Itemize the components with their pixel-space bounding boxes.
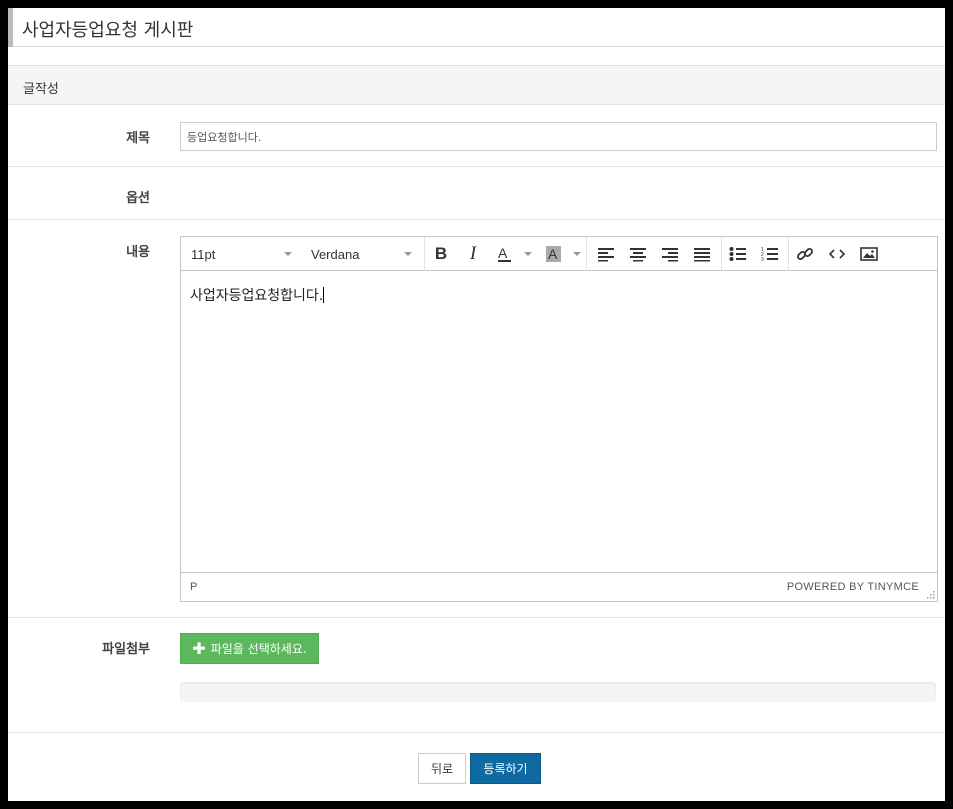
bullet-list-icon[interactable] bbox=[725, 242, 751, 266]
divider bbox=[8, 617, 945, 618]
rich-text-editor: 11pt Verdana B I A A 1 2 3 사업자등업요청합니다. P… bbox=[180, 236, 938, 602]
align-right-icon[interactable] bbox=[657, 242, 683, 266]
link-icon[interactable] bbox=[792, 242, 818, 266]
resize-handle-icon[interactable] bbox=[926, 590, 935, 599]
svg-text:A: A bbox=[498, 245, 508, 261]
svg-text:3: 3 bbox=[761, 257, 764, 262]
editor-content-area[interactable]: 사업자등업요청합니다. bbox=[181, 272, 937, 571]
option-label: 옵션 bbox=[126, 191, 150, 206]
chevron-down-icon bbox=[404, 252, 412, 256]
powered-by-link[interactable]: POWERED BY TINYMCE bbox=[787, 581, 919, 593]
chevron-down-icon bbox=[284, 252, 292, 256]
select-file-label: 파일을 선택하세요. bbox=[210, 642, 307, 656]
section-header: 글작성 bbox=[8, 65, 945, 105]
text-color-icon[interactable]: A bbox=[492, 242, 518, 266]
upload-progress-bar bbox=[180, 682, 936, 702]
align-left-icon[interactable] bbox=[593, 242, 619, 266]
align-justify-icon[interactable] bbox=[689, 242, 715, 266]
subject-label: 제목 bbox=[126, 131, 150, 146]
page-header: 사업자등업요청 게시판 bbox=[8, 8, 945, 47]
toolbar-separator bbox=[586, 237, 587, 271]
divider bbox=[8, 219, 945, 220]
element-path[interactable]: P bbox=[190, 581, 197, 593]
header-accent-bar bbox=[8, 8, 13, 47]
submit-button[interactable]: 등록하기 bbox=[470, 753, 541, 784]
plus-icon: ✚ bbox=[192, 638, 206, 658]
text-cursor bbox=[323, 287, 325, 303]
subject-input[interactable] bbox=[180, 122, 937, 151]
align-center-icon[interactable] bbox=[625, 242, 651, 266]
divider bbox=[8, 166, 945, 167]
section-title: 글작성 bbox=[23, 82, 59, 97]
back-button[interactable]: 뒤로 bbox=[418, 753, 466, 784]
chevron-down-icon[interactable] bbox=[524, 252, 532, 256]
divider bbox=[8, 732, 945, 733]
bold-icon[interactable]: B bbox=[428, 242, 454, 266]
numbered-list-icon[interactable]: 123 bbox=[757, 242, 783, 266]
toolbar-separator bbox=[788, 237, 789, 271]
chevron-down-icon[interactable] bbox=[573, 252, 581, 256]
font-family-value: Verdana bbox=[311, 247, 360, 262]
editor-toolbar: 11pt Verdana B I A A 1 2 3 bbox=[181, 237, 937, 271]
editor-content-text: 사업자등업요청합니다. bbox=[190, 288, 324, 304]
font-size-value: 11pt bbox=[191, 247, 216, 262]
svg-text:A: A bbox=[548, 246, 558, 262]
editor-statusbar: P POWERED BY TINYMCE bbox=[181, 572, 937, 601]
image-icon[interactable] bbox=[856, 242, 882, 266]
background-color-icon[interactable]: A bbox=[541, 242, 567, 266]
toolbar-separator bbox=[721, 237, 722, 271]
select-file-button[interactable]: ✚ 파일을 선택하세요. bbox=[180, 633, 319, 664]
italic-icon[interactable]: I bbox=[460, 242, 486, 266]
attachment-label: 파일첨부 bbox=[102, 642, 150, 657]
font-size-select[interactable]: 11pt bbox=[181, 237, 303, 271]
source-code-icon[interactable] bbox=[824, 242, 850, 266]
font-family-select[interactable]: Verdana bbox=[303, 237, 423, 271]
board-write-window: 사업자등업요청 게시판 글작성 제목 옵션 내용 11pt Verdana B … bbox=[8, 8, 945, 801]
content-label: 내용 bbox=[126, 245, 150, 260]
page-title: 사업자등업요청 게시판 bbox=[22, 20, 194, 41]
toolbar-separator bbox=[424, 237, 425, 271]
